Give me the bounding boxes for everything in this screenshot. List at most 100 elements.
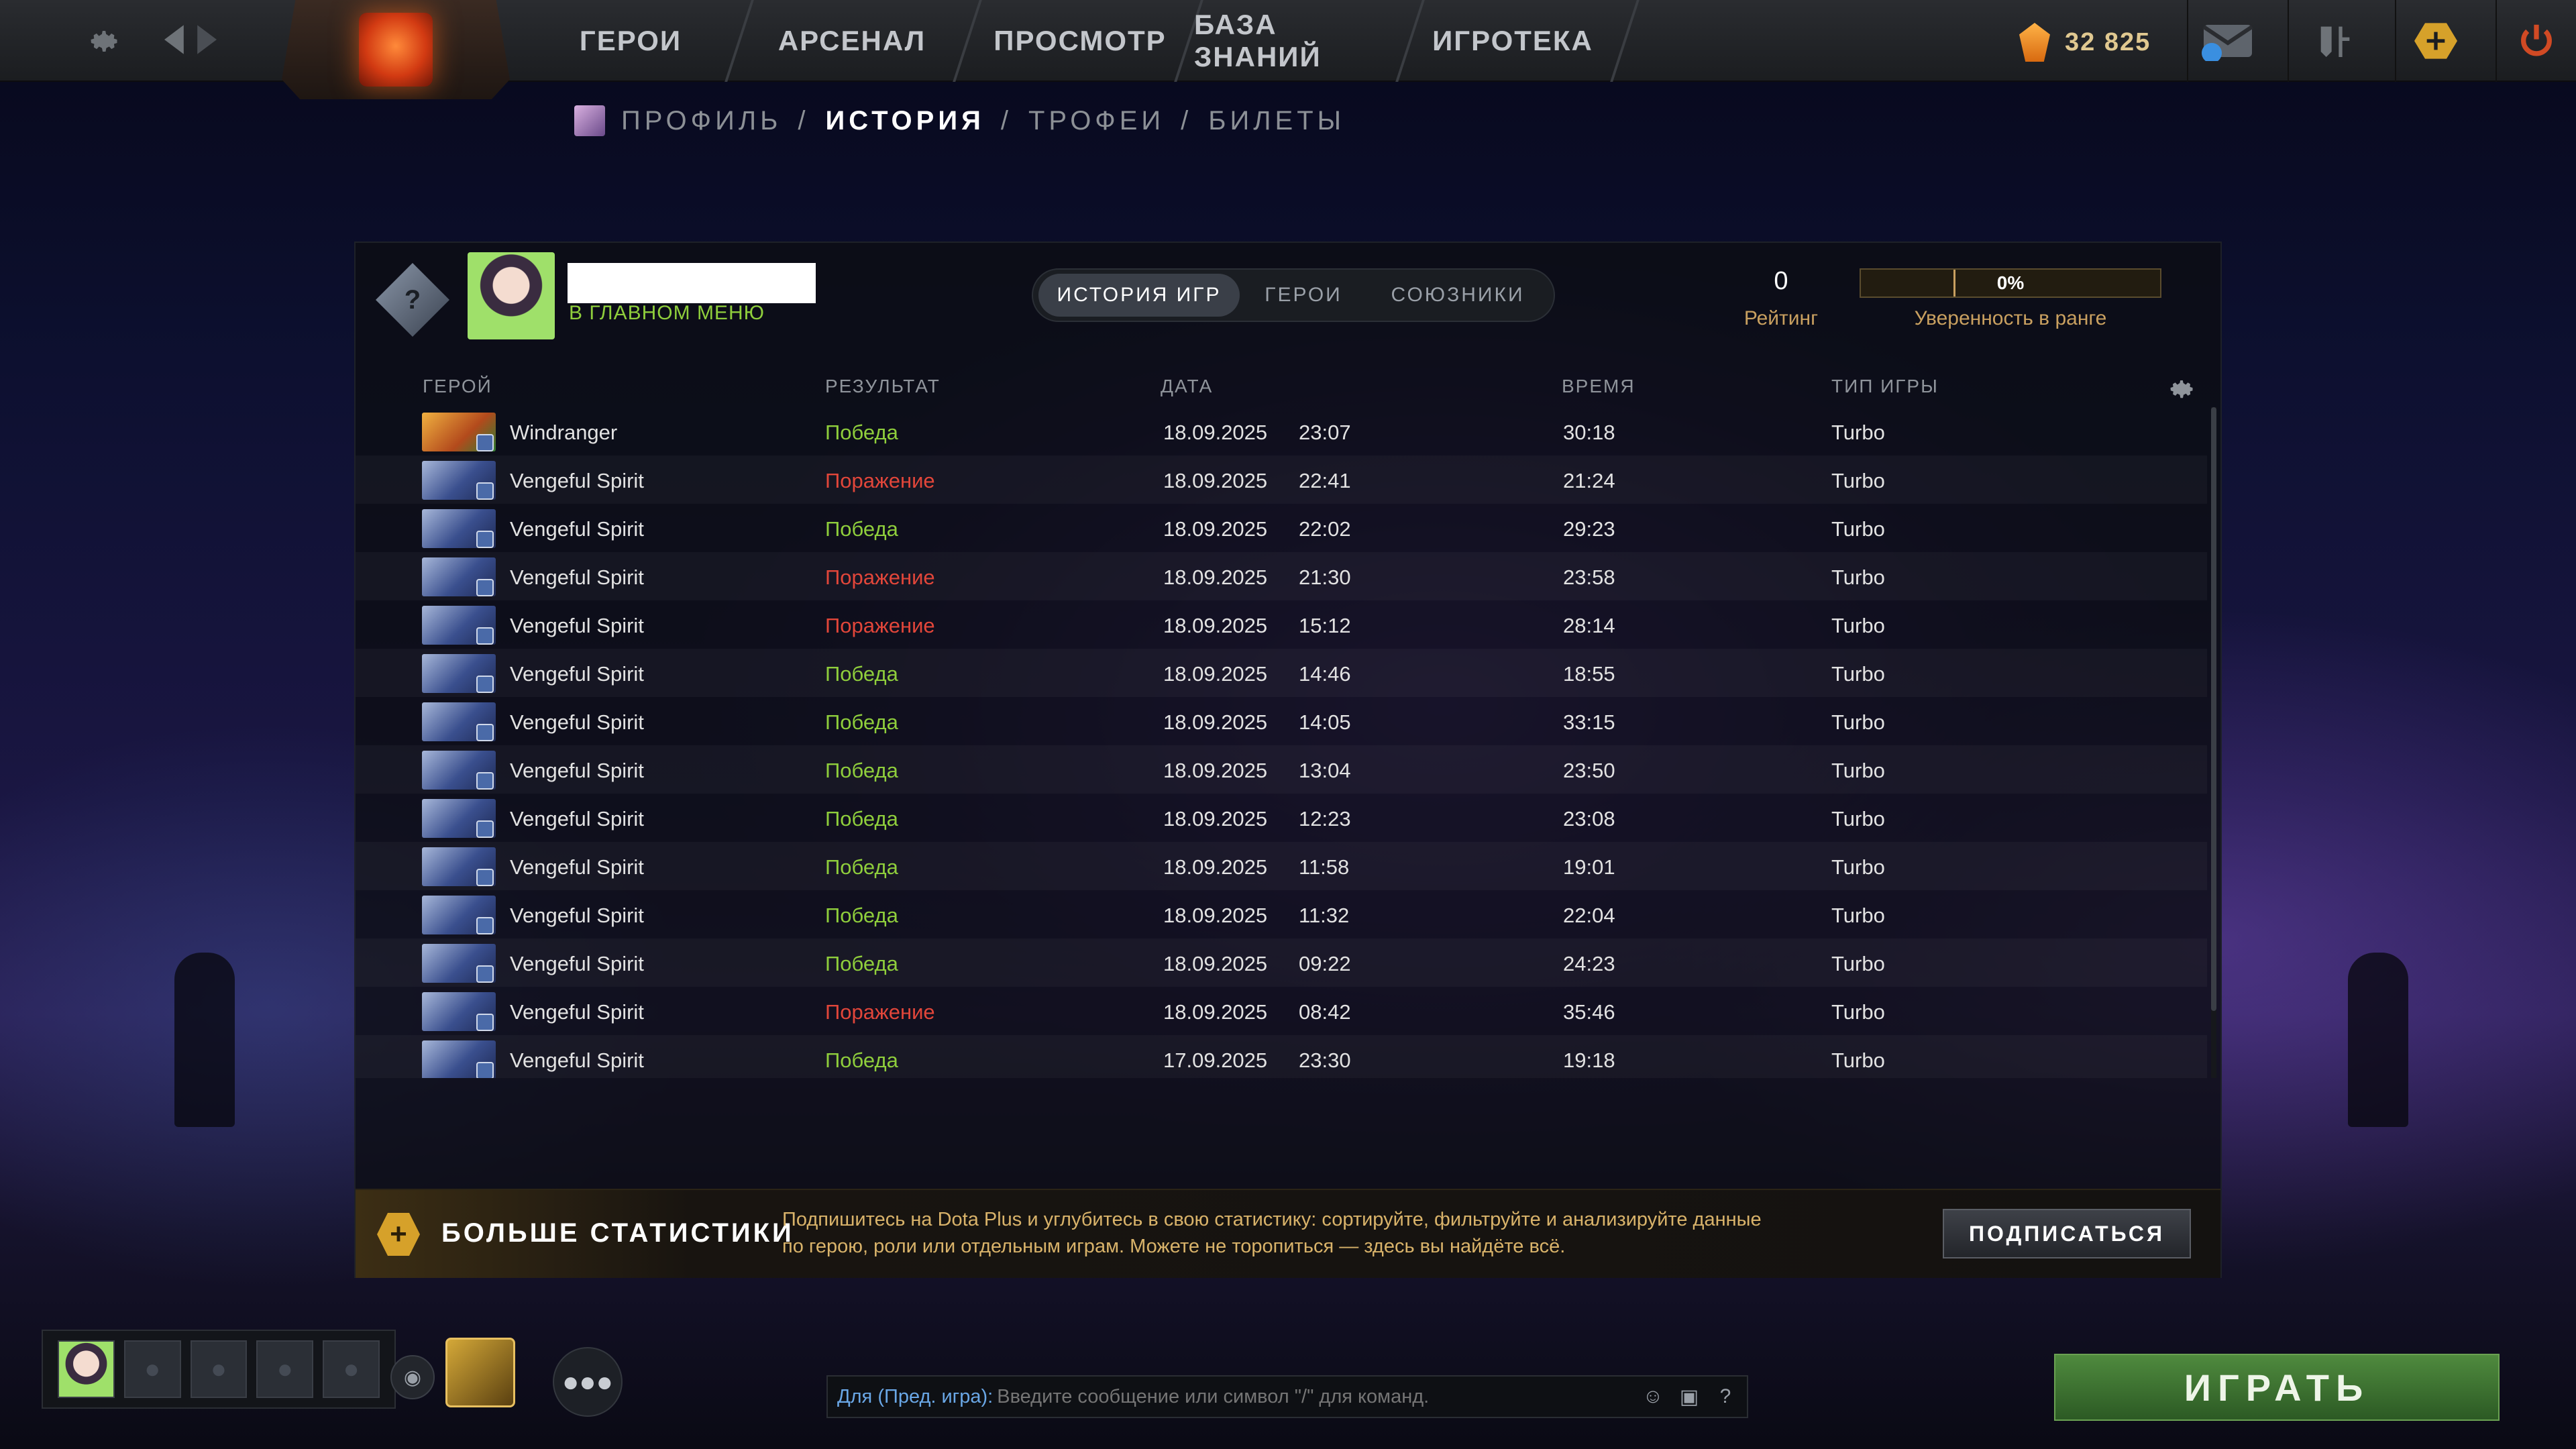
hero-name: Vengeful Spirit xyxy=(510,662,644,686)
match-date: 18.09.2025 xyxy=(1163,469,1268,492)
chat-channel-label[interactable]: Для (Пред. игра): xyxy=(837,1386,993,1408)
dota-plus-promo: + БОЛЬШЕ СТАТИСТИКИ Подпишитесь на Dota … xyxy=(356,1189,2220,1278)
player-status: В ГЛАВНОМ МЕНЮ xyxy=(569,302,765,324)
rank-confidence-label: Уверенность в ранге xyxy=(1914,307,2107,329)
match-date: 18.09.2025 xyxy=(1163,710,1268,734)
game-mode: Turbo xyxy=(1831,1049,1885,1072)
party-slot-empty[interactable]: ● xyxy=(323,1340,380,1398)
nav-divider xyxy=(1610,0,1640,82)
party-slot-empty[interactable]: ● xyxy=(256,1340,314,1398)
col-game-mode[interactable]: ТИП ИГРЫ xyxy=(1831,376,1939,397)
party-slot-empty[interactable]: ● xyxy=(123,1340,181,1398)
friends-icon[interactable]: ●●● xyxy=(553,1347,623,1417)
role-badge-icon xyxy=(476,531,494,548)
hero-name: Vengeful Spirit xyxy=(510,807,644,830)
nav-heroes[interactable]: ГЕРОИ xyxy=(557,0,704,82)
party-slot-empty[interactable]: ● xyxy=(190,1340,248,1398)
breadcrumb: ПРОФИЛЬ / ИСТОРИЯ / ТРОФЕИ / БИЛЕТЫ xyxy=(574,101,1345,141)
table-row[interactable]: Vengeful Spirit Победа 18.09.2025 13:04 23:5… xyxy=(356,745,2207,794)
table-row[interactable]: Windranger Победа 18.09.2025 23:07 30:18 Turb… xyxy=(356,407,2207,455)
power-button[interactable] xyxy=(2496,0,2576,82)
role-badge-icon xyxy=(476,579,494,596)
party-slot-self[interactable] xyxy=(58,1340,115,1398)
breadcrumb-profile[interactable]: ПРОФИЛЬ xyxy=(621,106,782,136)
armory-button[interactable] xyxy=(2288,0,2381,82)
shards-balance[interactable]: 32 825 xyxy=(2019,19,2151,66)
shard-gem-icon xyxy=(2019,23,2050,62)
role-badge-icon xyxy=(476,869,494,886)
rank-emblem[interactable]: ? xyxy=(376,263,449,337)
party-bar: ● ● ● ● xyxy=(42,1330,396,1409)
tab-heroes[interactable]: ГЕРОИ xyxy=(1240,274,1367,317)
match-result: Поражение xyxy=(825,1000,935,1024)
breadcrumb-history[interactable]: ИСТОРИЯ xyxy=(825,106,984,136)
match-duration: 23:50 xyxy=(1563,759,1615,782)
chevron-right-icon[interactable] xyxy=(181,16,228,63)
hero-name: Vengeful Spirit xyxy=(510,759,644,782)
match-date: 18.09.2025 xyxy=(1163,855,1268,879)
match-date: 18.09.2025 xyxy=(1163,807,1268,830)
hero-name: Vengeful Spirit xyxy=(510,1000,644,1024)
nav-watch[interactable]: ПРОСМОТР xyxy=(979,0,1181,82)
breadcrumb-separator: / xyxy=(1181,105,1193,136)
subscribe-button[interactable]: ПОДПИСАТЬСЯ xyxy=(1943,1209,2191,1258)
table-row[interactable]: Vengeful Spirit Поражение 18.09.2025 08:42 3… xyxy=(356,987,2207,1035)
table-row[interactable]: Vengeful Spirit Победа 18.09.2025 11:32 22:0… xyxy=(356,890,2207,938)
chat-input[interactable] xyxy=(997,1385,1638,1408)
table-row[interactable]: Vengeful Spirit Поражение 18.09.2025 21:30 2… xyxy=(356,552,2207,600)
table-row[interactable]: Vengeful Spirit Победа 18.09.2025 09:22 24:2… xyxy=(356,938,2207,987)
table-row[interactable]: Vengeful Spirit Поражение 18.09.2025 22:41 2… xyxy=(356,455,2207,504)
col-duration[interactable]: ВРЕМЯ xyxy=(1562,376,1635,397)
hero-name: Vengeful Spirit xyxy=(510,952,644,975)
match-date: 18.09.2025 xyxy=(1163,952,1268,975)
match-result: Победа xyxy=(825,1049,898,1072)
avatar[interactable] xyxy=(468,252,555,339)
play-button[interactable]: ИГРАТЬ xyxy=(2054,1354,2500,1421)
table-row[interactable]: Vengeful Spirit Поражение 18.09.2025 15:12 2… xyxy=(356,600,2207,649)
hero-name: Vengeful Spirit xyxy=(510,1049,644,1072)
tab-allies[interactable]: СОЮЗНИКИ xyxy=(1367,274,1548,317)
match-date: 17.09.2025 xyxy=(1163,1049,1268,1072)
table-row[interactable]: Vengeful Spirit Победа 17.09.2025 23:30 19:1… xyxy=(356,1035,2207,1078)
scrollbar[interactable] xyxy=(2211,407,2216,1078)
table-row[interactable]: Vengeful Spirit Победа 18.09.2025 14:46 18:5… xyxy=(356,649,2207,697)
dota-plus-icon xyxy=(2414,23,2457,59)
table-row[interactable]: Vengeful Spirit Победа 18.09.2025 22:02 29:2… xyxy=(356,504,2207,552)
guild-button[interactable] xyxy=(445,1338,515,1407)
dota-logo-button[interactable] xyxy=(282,0,510,99)
rank-confidence-percent: 0% xyxy=(1996,272,2025,293)
breadcrumb-tickets[interactable]: БИЛЕТЫ xyxy=(1208,106,1345,136)
rating-label: Рейтинг xyxy=(1743,307,1819,329)
col-date[interactable]: ДАТА xyxy=(1161,376,1213,397)
headset-icon[interactable]: ◉ xyxy=(390,1355,435,1399)
tab-match-history[interactable]: ИСТОРИЯ ИГР xyxy=(1038,274,1240,317)
table-row[interactable]: Vengeful Spirit Победа 18.09.2025 14:05 33:1… xyxy=(356,697,2207,745)
help-icon[interactable]: ? xyxy=(1711,1382,1740,1411)
chat-wheel-icon[interactable]: ▣ xyxy=(1674,1382,1704,1411)
game-mode: Turbo xyxy=(1831,421,1885,444)
match-history-panel: ? В ГЛАВНОМ МЕНЮ ИСТОРИЯ ИГР ГЕРОИ СОЮЗН… xyxy=(354,241,2222,1278)
gear-icon[interactable] xyxy=(2167,373,2196,402)
promo-text-line: по герою, роли или отдельным играм. Може… xyxy=(782,1236,1566,1257)
nav-learn[interactable]: БАЗА ЗНАНИЙ xyxy=(1194,0,1389,82)
mail-button[interactable] xyxy=(2187,0,2267,82)
table-row[interactable]: Vengeful Spirit Победа 18.09.2025 12:23 23:0… xyxy=(356,794,2207,842)
emoji-icon[interactable]: ☺ xyxy=(1638,1382,1668,1411)
nav-arsenal[interactable]: АРСЕНАЛ xyxy=(758,0,946,82)
gear-icon[interactable] xyxy=(80,16,127,63)
game-mode: Turbo xyxy=(1831,952,1885,975)
breadcrumb-trophies[interactable]: ТРОФЕИ xyxy=(1028,106,1165,136)
game-mode: Turbo xyxy=(1831,904,1885,927)
role-badge-icon xyxy=(476,1062,494,1078)
col-result[interactable]: РЕЗУЛЬТАТ xyxy=(825,376,941,397)
match-result: Победа xyxy=(825,904,898,927)
table-row[interactable]: Vengeful Spirit Победа 18.09.2025 11:58 19:0… xyxy=(356,842,2207,890)
match-duration: 22:04 xyxy=(1563,904,1615,927)
game-mode: Turbo xyxy=(1831,855,1885,879)
dota-plus-button[interactable] xyxy=(2395,0,2475,82)
match-result: Поражение xyxy=(825,469,935,492)
scrollbar-thumb[interactable] xyxy=(2211,407,2216,1011)
nav-arcade[interactable]: ИГРОТЕКА xyxy=(1415,0,1610,82)
col-hero[interactable]: ГЕРОЙ xyxy=(423,376,492,397)
match-duration: 21:24 xyxy=(1563,469,1615,492)
